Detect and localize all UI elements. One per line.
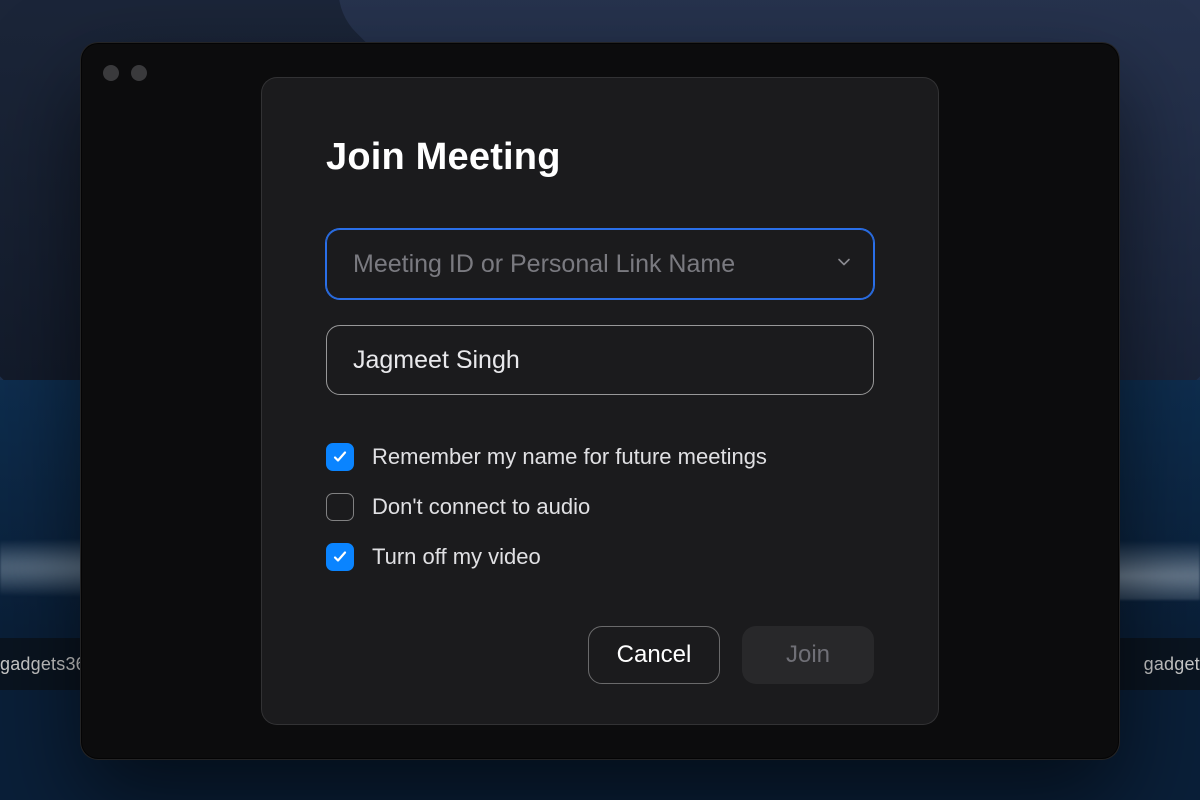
meeting-id-input[interactable] [326,229,874,299]
option-label: Turn off my video [372,544,541,570]
checkbox-icon [326,543,354,571]
option-turn-off-video[interactable]: Turn off my video [326,543,874,571]
window-close-dot[interactable] [103,65,119,81]
join-button[interactable]: Join [742,626,874,684]
display-name-field-wrap [326,325,874,395]
dialog-actions: Cancel Join [326,626,874,684]
checkbox-icon [326,493,354,521]
watermark-text: gadgets360.com [1144,654,1200,675]
option-label: Don't connect to audio [372,494,590,520]
option-label: Remember my name for future meetings [372,444,767,470]
window-minimize-dot[interactable] [131,65,147,81]
options-group: Remember my name for future meetings Don… [326,443,874,571]
option-remember-name[interactable]: Remember my name for future meetings [326,443,874,471]
option-no-audio[interactable]: Don't connect to audio [326,493,874,521]
join-meeting-dialog: Join Meeting Remember my name for future… [261,77,939,725]
checkbox-icon [326,443,354,471]
dialog-title: Join Meeting [326,136,874,179]
app-window: Join Meeting Remember my name for future… [80,42,1120,760]
meeting-id-field-wrap [326,229,874,299]
cancel-button[interactable]: Cancel [588,626,720,684]
display-name-input[interactable] [326,325,874,395]
window-controls [103,65,147,81]
